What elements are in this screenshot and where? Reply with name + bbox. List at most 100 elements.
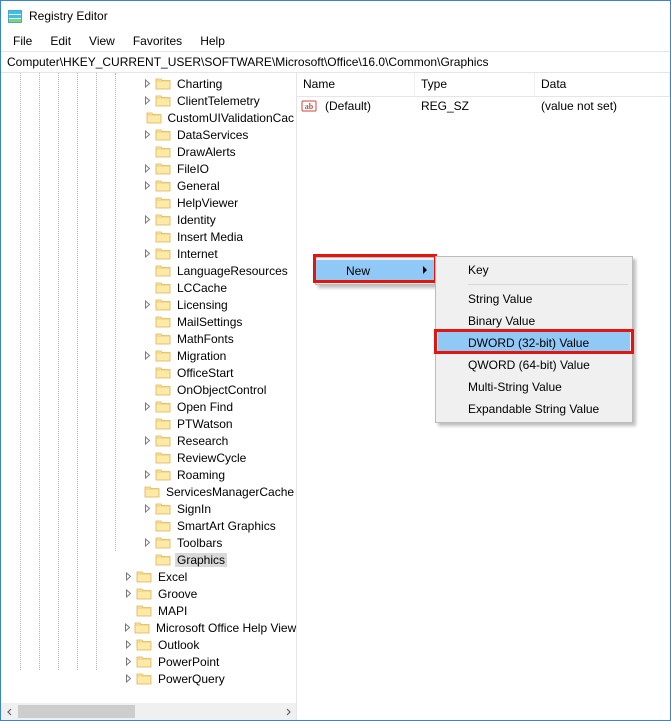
tree-item[interactable]: Identity bbox=[1, 211, 296, 228]
tree-item[interactable]: MailSettings bbox=[1, 313, 296, 330]
tree-item[interactable]: DrawAlerts bbox=[1, 143, 296, 160]
folder-icon bbox=[144, 484, 160, 500]
tree-item[interactable]: PTWatson bbox=[1, 415, 296, 432]
folder-icon bbox=[155, 450, 171, 466]
folder-icon bbox=[155, 348, 171, 364]
expand-icon[interactable] bbox=[142, 537, 153, 548]
tree-item[interactable]: ServicesManagerCache bbox=[1, 483, 296, 500]
expand-icon[interactable] bbox=[142, 469, 153, 480]
tree-horizontal-scrollbar[interactable] bbox=[1, 703, 296, 720]
tree-item[interactable]: LCCache bbox=[1, 279, 296, 296]
tree-item[interactable]: PowerQuery bbox=[1, 670, 296, 687]
tree-item-label: PowerQuery bbox=[156, 672, 227, 686]
expand-icon[interactable] bbox=[142, 163, 153, 174]
folder-icon bbox=[155, 365, 171, 381]
tree-item[interactable]: Roaming bbox=[1, 466, 296, 483]
tree-item[interactable]: LanguageResources bbox=[1, 262, 296, 279]
tree-item[interactable]: SmartArt Graphics bbox=[1, 517, 296, 534]
tree-item[interactable]: HelpViewer bbox=[1, 194, 296, 211]
tree-pane[interactable]: ChartingClientTelemetryCustomUIValidatio… bbox=[1, 73, 297, 720]
column-header-type[interactable]: Type bbox=[415, 73, 535, 96]
tree-item[interactable]: Charting bbox=[1, 75, 296, 92]
tree-item[interactable]: Research bbox=[1, 432, 296, 449]
column-header-data[interactable]: Data bbox=[535, 73, 670, 96]
expand-spacer bbox=[142, 333, 153, 344]
tree-item[interactable]: Outlook bbox=[1, 636, 296, 653]
tree-item-label: FileIO bbox=[175, 162, 211, 176]
folder-icon bbox=[136, 654, 152, 670]
tree-item[interactable]: FileIO bbox=[1, 160, 296, 177]
expand-icon[interactable] bbox=[142, 299, 153, 310]
expand-icon[interactable] bbox=[123, 656, 134, 667]
submenu-item-binary[interactable]: Binary Value bbox=[438, 310, 630, 332]
expand-icon[interactable] bbox=[123, 639, 134, 650]
submenu-item-string[interactable]: String Value bbox=[438, 288, 630, 310]
expand-spacer bbox=[142, 452, 153, 463]
tree-item-label: Identity bbox=[175, 213, 218, 227]
tree-item[interactable]: Excel bbox=[1, 568, 296, 585]
tree-item[interactable]: MathFonts bbox=[1, 330, 296, 347]
context-item-new[interactable]: New bbox=[316, 260, 434, 282]
tree-item[interactable]: DataServices bbox=[1, 126, 296, 143]
expand-icon[interactable] bbox=[142, 95, 153, 106]
tree-item[interactable]: Migration bbox=[1, 347, 296, 364]
menu-file[interactable]: File bbox=[5, 32, 40, 50]
scroll-thumb[interactable] bbox=[18, 705, 135, 718]
tree-item[interactable]: Graphics bbox=[1, 551, 296, 568]
expand-icon[interactable] bbox=[123, 588, 134, 599]
submenu-item-key[interactable]: Key bbox=[438, 259, 630, 281]
expand-icon[interactable] bbox=[142, 214, 153, 225]
folder-icon bbox=[136, 586, 152, 602]
tree-item[interactable]: Groove bbox=[1, 585, 296, 602]
expand-icon[interactable] bbox=[142, 401, 153, 412]
tree-item[interactable]: Licensing bbox=[1, 296, 296, 313]
expand-icon[interactable] bbox=[142, 503, 153, 514]
submenu-item-dword[interactable]: DWORD (32-bit) Value bbox=[438, 332, 630, 354]
tree-item[interactable]: Insert Media bbox=[1, 228, 296, 245]
expand-icon[interactable] bbox=[142, 180, 153, 191]
folder-icon bbox=[146, 110, 162, 126]
menu-edit[interactable]: Edit bbox=[42, 32, 79, 50]
tree-item[interactable]: OfficeStart bbox=[1, 364, 296, 381]
tree-item[interactable]: SignIn bbox=[1, 500, 296, 517]
tree-item-label: LCCache bbox=[175, 281, 229, 295]
tree-item[interactable]: ReviewCycle bbox=[1, 449, 296, 466]
string-value-icon: ab bbox=[301, 98, 317, 114]
tree-item[interactable]: Internet bbox=[1, 245, 296, 262]
submenu-item-qword[interactable]: QWORD (64-bit) Value bbox=[438, 354, 630, 376]
menu-view[interactable]: View bbox=[81, 32, 123, 50]
folder-icon bbox=[155, 467, 171, 483]
list-row[interactable]: ab (Default) REG_SZ (value not set) bbox=[297, 97, 670, 115]
menu-favorites[interactable]: Favorites bbox=[125, 32, 190, 50]
submenu-item-multi[interactable]: Multi-String Value bbox=[438, 376, 630, 398]
tree-item[interactable]: PowerPoint bbox=[1, 653, 296, 670]
expand-icon[interactable] bbox=[142, 435, 153, 446]
folder-icon bbox=[155, 161, 171, 177]
folder-icon bbox=[136, 637, 152, 653]
column-header-name[interactable]: Name bbox=[297, 73, 415, 96]
tree-item[interactable]: General bbox=[1, 177, 296, 194]
tree-item[interactable]: ClientTelemetry bbox=[1, 92, 296, 109]
submenu-item-expand[interactable]: Expandable String Value bbox=[438, 398, 630, 420]
scroll-track[interactable] bbox=[18, 703, 279, 720]
expand-icon[interactable] bbox=[142, 78, 153, 89]
addressbar[interactable]: Computer\HKEY_CURRENT_USER\SOFTWARE\Micr… bbox=[1, 51, 670, 73]
tree-item[interactable]: OnObjectControl bbox=[1, 381, 296, 398]
tree-item[interactable]: Microsoft Office Help View bbox=[1, 619, 296, 636]
scroll-left-button[interactable] bbox=[1, 703, 18, 720]
menu-help[interactable]: Help bbox=[192, 32, 233, 50]
expand-icon[interactable] bbox=[123, 571, 134, 582]
list-pane[interactable]: Name Type Data ab (Default) REG_SZ (valu… bbox=[297, 73, 670, 720]
expand-icon[interactable] bbox=[142, 129, 153, 140]
tree-item[interactable]: CustomUIValidationCac bbox=[1, 109, 296, 126]
expand-icon[interactable] bbox=[142, 248, 153, 259]
svg-text:ab: ab bbox=[305, 102, 314, 111]
tree-item[interactable]: MAPI bbox=[1, 602, 296, 619]
tree-item[interactable]: Toolbars bbox=[1, 534, 296, 551]
menubar: File Edit View Favorites Help bbox=[1, 31, 670, 51]
scroll-right-button[interactable] bbox=[279, 703, 296, 720]
expand-icon[interactable] bbox=[123, 622, 132, 633]
expand-icon[interactable] bbox=[142, 350, 153, 361]
expand-icon[interactable] bbox=[123, 673, 134, 684]
tree-item[interactable]: Open Find bbox=[1, 398, 296, 415]
